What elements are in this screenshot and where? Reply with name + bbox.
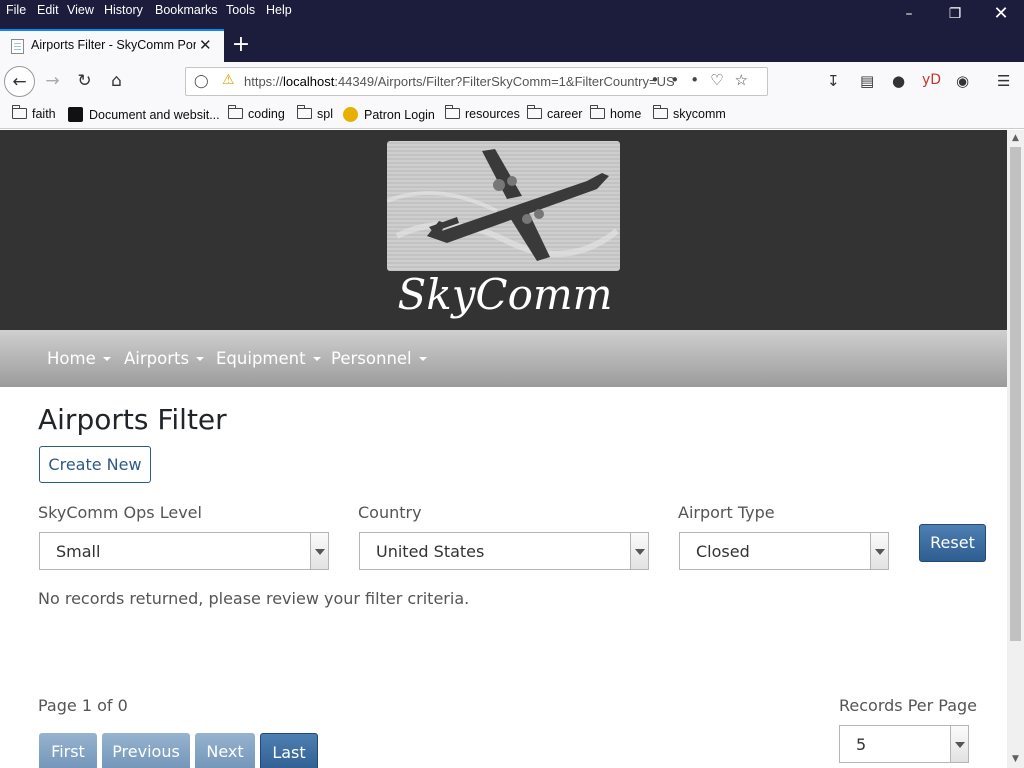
insecure-warning-icon[interactable]: ⚠ xyxy=(222,72,235,88)
reset-button[interactable]: Reset xyxy=(919,524,986,562)
caret-down-icon xyxy=(418,357,427,361)
site-logo-text: SkyComm xyxy=(397,270,613,319)
folder-icon xyxy=(590,105,605,119)
records-per-page-value: 5 xyxy=(856,735,867,754)
records-per-page-select[interactable]: 5 xyxy=(839,725,969,763)
sidebar-icon[interactable]: ▤ xyxy=(860,72,874,90)
scroll-down-icon[interactable]: ▼ xyxy=(1007,754,1024,764)
bookmarks-bar: faith Document and websit... coding spl … xyxy=(0,101,1024,129)
first-page-button[interactable]: First xyxy=(39,733,97,768)
reload-icon[interactable]: ↻ xyxy=(69,66,100,97)
folder-icon xyxy=(653,105,668,119)
country-value: United States xyxy=(376,542,485,561)
scrollbar-thumb[interactable] xyxy=(1010,147,1021,641)
home-icon[interactable]: ⌂ xyxy=(101,66,132,97)
menu-tools[interactable]: Tools xyxy=(226,3,255,17)
page-actions[interactable]: •••♡☆ xyxy=(651,71,759,89)
empty-message: No records returned, please review your … xyxy=(38,589,470,608)
site-icon xyxy=(68,107,83,122)
page-info: Page 1 of 0 xyxy=(38,696,128,715)
download-icon[interactable]: ↧ xyxy=(827,72,840,90)
ops-level-label: SkyComm Ops Level xyxy=(38,503,202,522)
tab-strip: Airports Filter - SkyComm Portal ✕ + xyxy=(0,29,1024,62)
ops-level-value: Small xyxy=(56,542,101,561)
menu-view[interactable]: View xyxy=(67,3,94,17)
country-label: Country xyxy=(358,503,422,522)
bookmark-document[interactable]: Document and websit... xyxy=(68,107,220,122)
tab-airports-filter[interactable]: Airports Filter - SkyComm Portal ✕ xyxy=(0,29,224,62)
chevron-down-icon[interactable] xyxy=(310,533,328,569)
bookmark-patron-login[interactable]: Patron Login xyxy=(343,107,435,122)
folder-icon xyxy=(445,105,460,119)
page-favicon-icon xyxy=(11,39,24,54)
airport-type-value: Closed xyxy=(696,542,750,561)
tracking-shield-icon[interactable]: ◯ xyxy=(194,74,209,89)
new-tab-icon[interactable]: + xyxy=(230,32,252,57)
tab-title: Airports Filter - SkyComm Portal xyxy=(31,38,196,52)
caret-down-icon xyxy=(312,357,321,361)
country-select[interactable]: United States xyxy=(359,532,649,570)
folder-icon xyxy=(527,105,542,119)
create-new-button[interactable]: Create New xyxy=(39,446,151,483)
nav-home[interactable]: Home xyxy=(47,349,111,368)
menu-bar: File Edit View History Bookmarks Tools H… xyxy=(0,0,1024,29)
page-title: Airports Filter xyxy=(38,403,227,436)
minimize-icon[interactable]: – xyxy=(886,3,932,25)
previous-page-button[interactable]: Previous xyxy=(102,733,190,768)
airplane-logo-icon xyxy=(387,141,620,271)
next-page-button[interactable]: Next xyxy=(195,733,255,768)
airport-type-label: Airport Type xyxy=(678,503,775,522)
nav-airports[interactable]: Airports xyxy=(124,349,205,368)
nav-equipment[interactable]: Equipment xyxy=(216,349,321,368)
chevron-down-icon[interactable] xyxy=(950,726,968,762)
site-icon xyxy=(343,107,358,122)
records-per-page-label: Records Per Page xyxy=(839,696,978,715)
menu-bookmarks[interactable]: Bookmarks xyxy=(155,3,218,17)
chevron-down-icon[interactable] xyxy=(870,533,888,569)
bookmark-coding[interactable]: coding xyxy=(228,105,285,121)
nav-personnel[interactable]: Personnel xyxy=(331,349,427,368)
site-navigation: Home Airports Equipment Personnel xyxy=(0,330,1007,387)
airport-type-select[interactable]: Closed xyxy=(679,532,889,570)
hamburger-menu-icon[interactable]: ☰ xyxy=(997,72,1010,90)
tab-close-icon[interactable]: ✕ xyxy=(199,36,212,54)
chevron-down-icon[interactable] xyxy=(630,533,648,569)
menu-file[interactable]: File xyxy=(6,3,26,17)
bookmark-star-icon[interactable]: ☆ xyxy=(735,71,759,89)
caret-down-icon xyxy=(196,357,205,361)
address-bar[interactable]: ◯ ⚠ https://localhost:44349/Airports/Fil… xyxy=(185,67,768,96)
forward-arrow-icon[interactable]: → xyxy=(37,66,68,97)
restore-icon[interactable]: ❐ xyxy=(932,3,978,25)
bookmark-skycomm[interactable]: skycomm xyxy=(653,105,726,121)
bookmark-faith[interactable]: faith xyxy=(12,105,56,121)
page-scrollbar[interactable]: ▲ ▼ xyxy=(1007,130,1024,768)
folder-icon xyxy=(297,105,312,119)
url-text[interactable]: https://localhost:44349/Airports/Filter?… xyxy=(244,74,684,89)
yd-extension-icon[interactable]: yD xyxy=(922,72,941,88)
menu-help[interactable]: Help xyxy=(266,3,292,17)
bookmark-home[interactable]: home xyxy=(590,105,641,121)
ops-level-select[interactable]: Small xyxy=(39,532,329,570)
back-arrow-icon[interactable]: ← xyxy=(4,66,35,97)
menu-history[interactable]: History xyxy=(104,3,143,17)
caret-down-icon xyxy=(102,357,111,361)
page-viewport: SkyComm Home Airports Equipment Personne… xyxy=(0,130,1007,768)
folder-icon xyxy=(12,105,27,119)
bookmark-resources[interactable]: resources xyxy=(445,105,520,121)
pocket-icon[interactable]: ♡ xyxy=(710,71,734,89)
extension-icon[interactable]: ● xyxy=(892,72,905,90)
menu-edit[interactable]: Edit xyxy=(37,3,59,17)
scroll-up-icon[interactable]: ▲ xyxy=(1007,133,1024,143)
more-actions-icon[interactable]: ••• xyxy=(651,71,711,89)
bookmark-spl[interactable]: spl xyxy=(297,105,333,121)
navigation-toolbar: ← → ↻ ⌂ ◯ ⚠ https://localhost:44349/Airp… xyxy=(0,62,1024,101)
site-header: SkyComm xyxy=(0,130,1007,330)
folder-icon xyxy=(228,105,243,119)
last-page-button[interactable]: Last xyxy=(260,733,318,768)
sync-icon[interactable]: ◉ xyxy=(956,72,969,90)
close-window-icon[interactable]: ✕ xyxy=(978,3,1024,25)
bookmark-career[interactable]: career xyxy=(527,105,582,121)
